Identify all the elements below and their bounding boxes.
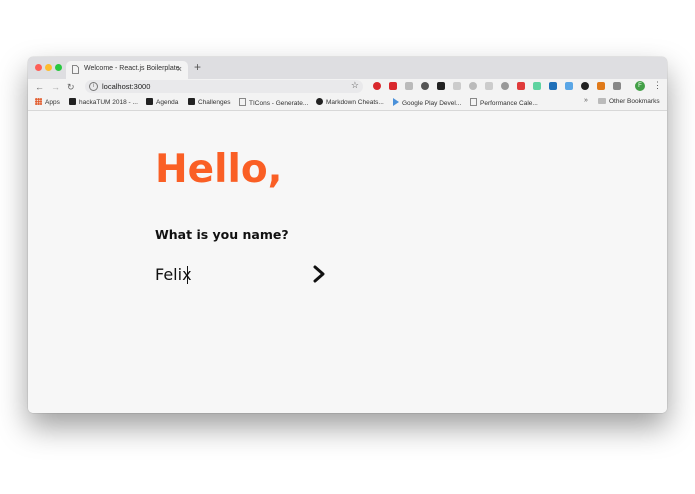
address-bar[interactable]: i localhost:3000 ☆: [85, 80, 363, 93]
apps-grid-icon: [35, 98, 42, 105]
extension-icon[interactable]: [613, 82, 621, 90]
bookmark-label: Agenda: [156, 99, 179, 106]
bookmark-label: Google Play Devel...: [402, 100, 462, 107]
bookmark-google-play[interactable]: Google Play Devel...: [393, 98, 461, 107]
extension-icon[interactable]: [485, 82, 493, 90]
bookmark-hackatum[interactable]: hackaTUM 2018 - ...: [69, 98, 138, 106]
profile-avatar[interactable]: F: [635, 81, 645, 91]
forward-button[interactable]: →: [51, 81, 60, 93]
bookmark-label: Markdown Cheats...: [326, 99, 384, 106]
extension-icon[interactable]: [421, 82, 429, 90]
github-icon: [316, 98, 323, 105]
tab-title: Welcome - React.js Boilerplate: [84, 65, 180, 72]
info-icon[interactable]: i: [89, 82, 98, 91]
browser-window: Welcome - React.js Boilerplate × + ← → ↻…: [28, 57, 667, 413]
page-icon: [470, 98, 477, 106]
other-bookmarks[interactable]: Other Bookmarks: [598, 98, 660, 105]
more-bookmarks-chevron-icon[interactable]: »: [584, 97, 588, 104]
bookmark-label: Other Bookmarks: [609, 98, 660, 105]
bookmark-label: Apps: [45, 99, 60, 106]
tab-close-icon[interactable]: ×: [177, 64, 182, 74]
bookmark-star-icon[interactable]: ☆: [351, 80, 359, 91]
chevron-right-icon[interactable]: [308, 263, 330, 285]
back-button[interactable]: ←: [35, 81, 44, 93]
browser-menu-icon[interactable]: ⋮: [653, 80, 662, 91]
bookmark-performance[interactable]: Performance Cale...: [470, 98, 538, 107]
bookmark-label: Performance Cale...: [480, 100, 538, 107]
extension-icon[interactable]: [565, 82, 573, 90]
bookmark-challenges[interactable]: Challenges: [188, 98, 231, 106]
title-bar: Welcome - React.js Boilerplate × +: [28, 57, 667, 79]
notion-icon: [188, 98, 195, 105]
bookmarks-bar: Apps hackaTUM 2018 - ... Agenda Challeng…: [28, 95, 667, 111]
bookmark-agenda[interactable]: Agenda: [146, 98, 178, 106]
notion-icon: [146, 98, 153, 105]
name-input[interactable]: [155, 263, 295, 285]
close-window-button[interactable]: [35, 64, 42, 71]
browser-toolbar: ← → ↻ i localhost:3000 ☆ F ⋮: [28, 79, 667, 95]
extension-icon[interactable]: [469, 82, 477, 90]
url-text: localhost:3000: [102, 82, 151, 91]
opera-extension-icon[interactable]: [373, 82, 381, 90]
extension-icon[interactable]: [389, 82, 397, 90]
bookmark-apps[interactable]: Apps: [35, 98, 60, 106]
extension-icon[interactable]: [437, 82, 445, 90]
extension-icon[interactable]: [501, 82, 509, 90]
page-content: Hello, What is you name?: [28, 111, 667, 413]
maximize-window-button[interactable]: [55, 64, 62, 71]
bookmark-markdown[interactable]: Markdown Cheats...: [316, 98, 384, 106]
name-question-label: What is you name?: [155, 227, 289, 242]
greeting-heading: Hello,: [155, 147, 283, 192]
extension-icon[interactable]: [581, 82, 589, 90]
bookmark-ticons[interactable]: TICons - Generate...: [239, 98, 308, 107]
folder-icon: [598, 98, 606, 104]
bookmark-label: Challenges: [198, 99, 231, 106]
bookmark-label: TICons - Generate...: [249, 100, 309, 107]
extension-icon[interactable]: [549, 82, 557, 90]
download-icon[interactable]: [597, 82, 605, 90]
bookmark-label: hackaTUM 2018 - ...: [79, 99, 138, 106]
google-play-icon: [393, 98, 399, 106]
page-icon: [72, 65, 79, 74]
text-caret: [187, 266, 188, 284]
reload-button[interactable]: ↻: [67, 81, 75, 93]
tab-welcome[interactable]: Welcome - React.js Boilerplate ×: [66, 61, 188, 79]
extension-icon[interactable]: [405, 82, 413, 90]
extension-icon[interactable]: [453, 82, 461, 90]
extension-icon[interactable]: [517, 82, 525, 90]
new-tab-button[interactable]: +: [194, 60, 201, 74]
notion-icon: [69, 98, 76, 105]
minimize-window-button[interactable]: [45, 64, 52, 71]
extension-icon[interactable]: [533, 82, 541, 90]
page-icon: [239, 98, 246, 106]
